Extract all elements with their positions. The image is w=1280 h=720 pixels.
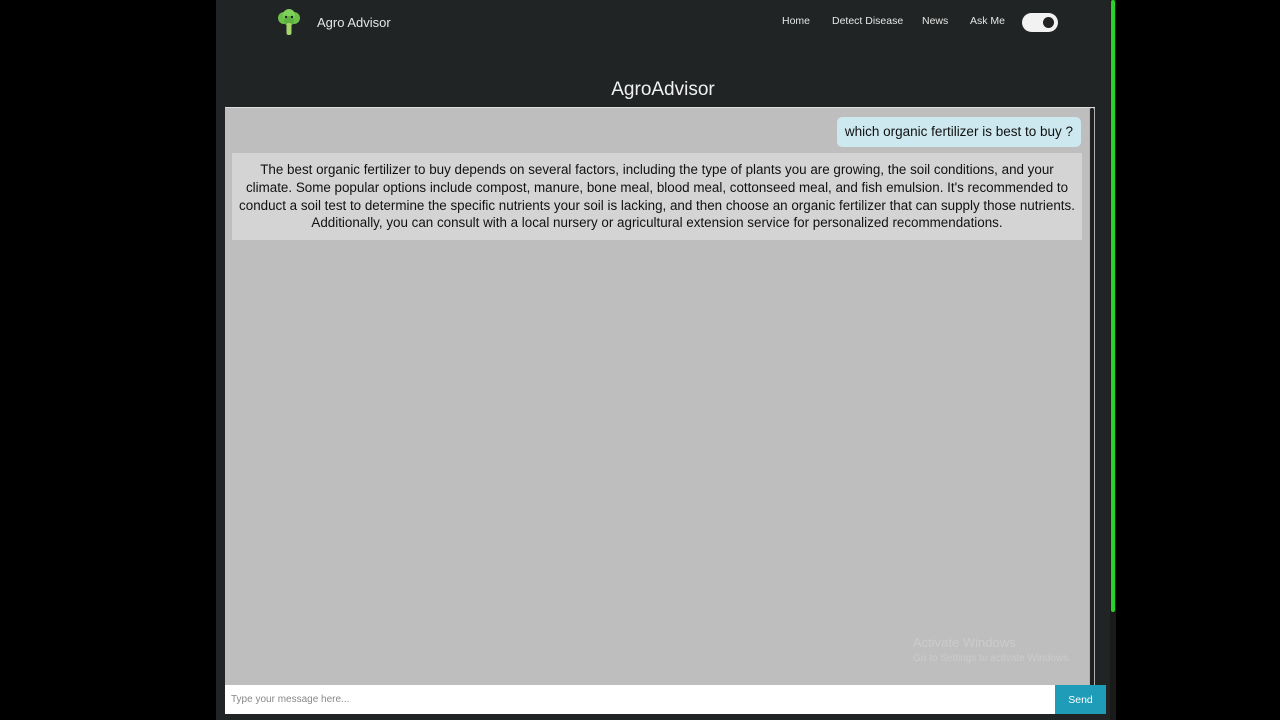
nav-detect-disease[interactable]: Detect Disease <box>832 15 903 27</box>
nav-ask-me[interactable]: Ask Me <box>970 15 1005 27</box>
message-input[interactable] <box>225 685 1055 714</box>
broccoli-icon[interactable] <box>274 8 304 38</box>
chat-panel[interactable]: which organic fertilizer is best to buy … <box>225 107 1095 686</box>
chat-scrollbar-thumb[interactable] <box>1090 108 1094 686</box>
nav-home[interactable]: Home <box>782 15 810 27</box>
bot-message: The best organic fertilizer to buy depen… <box>232 153 1082 241</box>
nav-news[interactable]: News <box>922 15 948 27</box>
page-scrollbar-thumb[interactable] <box>1111 0 1115 612</box>
brand-name[interactable]: Agro Advisor <box>317 15 391 30</box>
activation-watermark-subtitle: Go to Settings to activate Windows. <box>913 653 1071 664</box>
app-window: Agro Advisor Home Detect Disease News As… <box>216 0 1110 720</box>
page-title: AgroAdvisor <box>611 79 715 100</box>
page-scrollbar[interactable] <box>1110 0 1116 720</box>
activation-watermark: Activate Windows <box>913 635 1016 650</box>
toggle-knob <box>1043 17 1054 28</box>
user-message: which organic fertilizer is best to buy … <box>836 117 1081 147</box>
send-button[interactable]: Send <box>1055 685 1106 714</box>
theme-toggle[interactable] <box>1022 13 1058 32</box>
chat-scrollbar[interactable] <box>1089 108 1095 686</box>
